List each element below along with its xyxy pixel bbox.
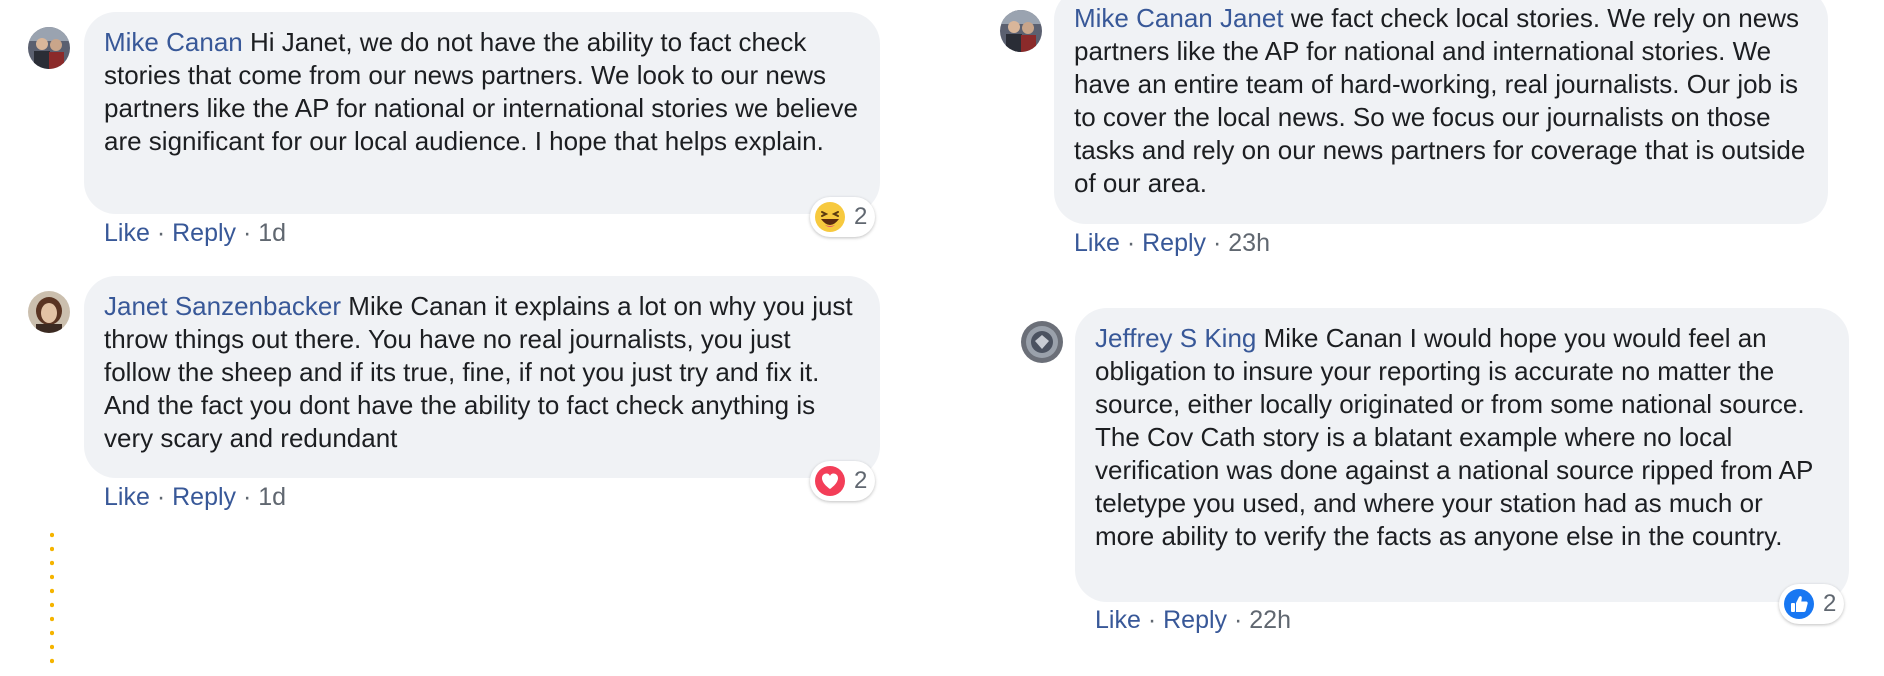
like-button[interactable]: Like xyxy=(104,219,150,247)
separator: · xyxy=(156,219,173,247)
avatar[interactable] xyxy=(1000,10,1042,52)
timestamp[interactable]: 23h xyxy=(1228,229,1270,257)
reaction-badge[interactable]: 2 xyxy=(810,461,876,501)
comments-page: Mike Canan Hi Janet, we do not have the … xyxy=(0,0,1884,676)
separator: · xyxy=(242,483,259,511)
reaction-count: 2 xyxy=(854,467,868,494)
comment-bubble: Jeffrey S King Mike Canan I would hope y… xyxy=(1075,308,1849,602)
mike-canan-avatar-icon xyxy=(28,27,70,69)
avatar[interactable] xyxy=(1021,321,1063,363)
like-button[interactable]: Like xyxy=(1095,606,1141,634)
comment-text: Mike Canan I would hope you would feel a… xyxy=(1095,323,1813,551)
separator: · xyxy=(1233,606,1250,634)
comment-actions: Like · Reply · 1d xyxy=(104,483,286,512)
jeffrey-avatar-icon xyxy=(1021,321,1063,363)
author-name[interactable]: Mike Canan xyxy=(104,27,243,57)
comment-bubble: Mike Canan Janet we fact check local sto… xyxy=(1054,0,1828,224)
thread-indicator-line xyxy=(50,528,54,668)
separator: · xyxy=(1126,229,1143,257)
haha-emoji-icon xyxy=(815,202,845,232)
author-name[interactable]: Jeffrey S King xyxy=(1095,323,1256,353)
mike-canan-avatar-icon xyxy=(1000,10,1042,52)
like-button[interactable]: Like xyxy=(104,483,150,511)
reply-button[interactable]: Reply xyxy=(172,219,236,247)
reaction-badge[interactable]: 2 xyxy=(810,197,876,237)
comment-actions: Like · Reply · 1d xyxy=(104,219,286,248)
reaction-badge[interactable]: 2 xyxy=(1779,584,1845,624)
comment-actions: Like · Reply · 22h xyxy=(1095,606,1291,635)
separator: · xyxy=(1212,229,1229,257)
avatar[interactable] xyxy=(28,291,70,333)
timestamp[interactable]: 22h xyxy=(1249,606,1291,634)
thumbs-up-icon xyxy=(1784,589,1814,619)
separator: · xyxy=(1147,606,1164,634)
reaction-count: 2 xyxy=(1823,590,1837,617)
avatar[interactable] xyxy=(28,27,70,69)
timestamp[interactable]: 1d xyxy=(258,219,286,247)
author-name[interactable]: Mike Canan xyxy=(1074,3,1213,33)
mention-link[interactable]: Janet xyxy=(1220,3,1284,33)
separator: · xyxy=(156,483,173,511)
reply-button[interactable]: Reply xyxy=(1142,229,1206,257)
author-name[interactable]: Janet Sanzenbacker xyxy=(104,291,341,321)
like-button[interactable]: Like xyxy=(1074,229,1120,257)
separator: · xyxy=(242,219,259,247)
timestamp[interactable]: 1d xyxy=(258,483,286,511)
reaction-count: 2 xyxy=(854,203,868,230)
reply-button[interactable]: Reply xyxy=(172,483,236,511)
comment-bubble: Mike Canan Hi Janet, we do not have the … xyxy=(84,12,880,214)
reply-button[interactable]: Reply xyxy=(1163,606,1227,634)
comment-actions: Like · Reply · 23h xyxy=(1074,229,1270,258)
janet-avatar-icon xyxy=(28,291,70,333)
comment-bubble: Janet Sanzenbacker Mike Canan it explain… xyxy=(84,276,880,478)
love-heart-icon xyxy=(815,466,845,496)
